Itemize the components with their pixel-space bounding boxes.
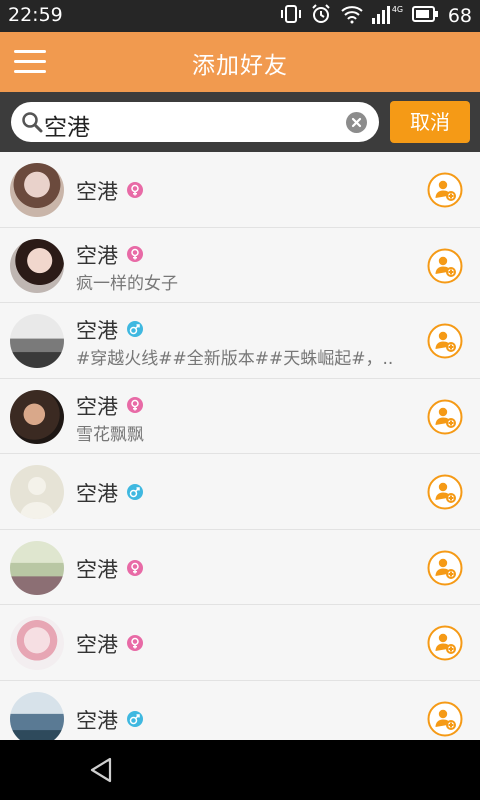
avatar <box>10 616 64 670</box>
user-signature: 疯一样的女子 <box>76 273 178 294</box>
list-item[interactable]: 空港 <box>0 605 480 681</box>
default-avatar-icon <box>10 465 64 519</box>
navigation-bar <box>0 740 480 800</box>
avatar <box>10 314 64 368</box>
search-results-list: 空港 空港 疯一样的女子 空港 #穿越火线##全新版本##天蛛崛起#，.. 空港… <box>0 152 480 756</box>
avatar <box>10 389 64 444</box>
battery-level: 68 <box>447 5 472 27</box>
search-bar: 空港 取消 <box>0 92 480 152</box>
signal-icon: 4G <box>371 4 404 28</box>
add-friend-icon[interactable] <box>427 172 463 208</box>
list-item[interactable]: 空港 <box>0 454 480 530</box>
add-friend-icon[interactable] <box>427 625 463 661</box>
battery-icon <box>411 6 438 26</box>
wifi-icon <box>340 4 364 28</box>
female-icon <box>127 182 143 198</box>
add-friend-icon[interactable] <box>427 248 463 284</box>
user-name: 空港 <box>76 708 118 733</box>
male-icon <box>127 321 143 337</box>
user-name: 空港 <box>76 180 118 204</box>
female-icon <box>127 396 143 413</box>
search-query: 空港 <box>44 115 90 141</box>
list-item[interactable]: 空港 <box>0 529 480 605</box>
clock: 22:59 <box>8 4 63 26</box>
add-friend-icon[interactable] <box>427 474 463 510</box>
alarm-icon <box>310 3 332 29</box>
avatar <box>10 163 64 217</box>
status-icons: 4G 68 <box>280 3 472 29</box>
search-input[interactable]: 空港 <box>11 102 379 142</box>
avatar <box>10 540 64 595</box>
user-signature: 雪花飘飘 <box>76 424 144 445</box>
list-item[interactable]: 空港 疯一样的女子 <box>0 227 480 303</box>
avatar <box>10 691 64 746</box>
back-icon[interactable] <box>88 756 114 788</box>
app-header: 添加好友 <box>0 32 480 92</box>
user-name: 空港 <box>76 243 118 268</box>
cancel-button[interactable]: 取消 <box>390 101 470 143</box>
status-bar: 22:59 4G 68 <box>0 0 480 32</box>
female-icon <box>127 245 143 262</box>
list-item[interactable]: 空港 #穿越火线##全新版本##天蛛崛起#，.. <box>0 303 480 379</box>
user-name: 空港 <box>76 633 118 657</box>
avatar <box>10 238 64 293</box>
network-type-label: 4G <box>391 5 404 14</box>
user-name: 空港 <box>76 557 118 582</box>
female-icon <box>127 559 143 576</box>
add-friend-icon[interactable] <box>427 399 463 435</box>
add-friend-icon[interactable] <box>427 323 463 359</box>
female-icon <box>127 635 143 651</box>
user-signature: #穿越火线##全新版本##天蛛崛起#，.. <box>76 349 394 369</box>
list-item[interactable]: 空港 <box>0 152 480 228</box>
add-friend-icon[interactable] <box>427 550 463 586</box>
male-icon <box>127 484 143 500</box>
user-name: 空港 <box>76 319 118 343</box>
male-icon <box>127 710 143 727</box>
user-name: 空港 <box>76 394 118 419</box>
add-friend-icon[interactable] <box>427 701 463 737</box>
user-name: 空港 <box>76 482 118 506</box>
clear-icon[interactable] <box>346 112 367 133</box>
vibrate-icon <box>280 3 302 29</box>
search-icon <box>21 111 43 137</box>
list-item[interactable]: 空港 雪花飘飘 <box>0 378 480 454</box>
page-title: 添加好友 <box>192 53 288 79</box>
